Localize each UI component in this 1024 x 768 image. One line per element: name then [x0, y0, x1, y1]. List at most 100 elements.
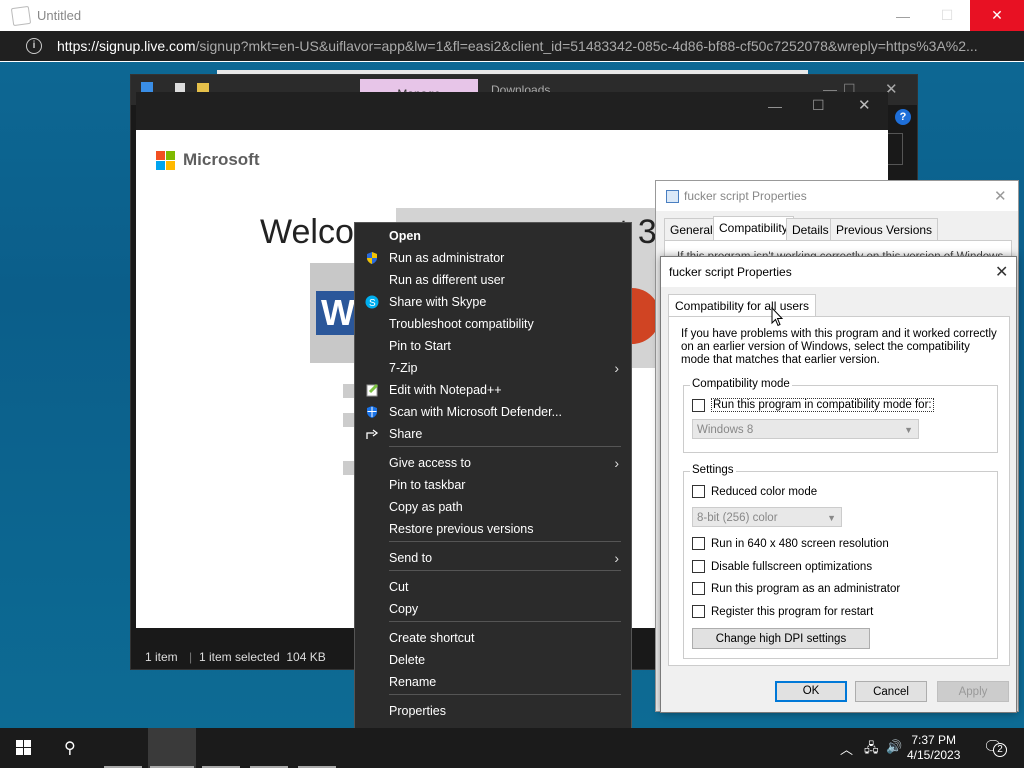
- context-menu-item-cut[interactable]: Cut: [355, 577, 631, 599]
- group-title: Compatibility mode: [690, 378, 792, 390]
- run-as-admin-checkbox[interactable]: Run this program as an administrator: [692, 582, 900, 595]
- menu-item-label: Share with Skype: [389, 295, 487, 309]
- checkbox-box[interactable]: [692, 485, 705, 498]
- menu-separator: [389, 621, 621, 622]
- clock[interactable]: 7:37 PM 4/15/2023: [907, 733, 960, 763]
- chevron-up-icon[interactable]: ︿: [840, 739, 853, 758]
- menu-item-label: Share: [389, 427, 423, 441]
- context-menu-item-create-shortcut[interactable]: Create shortcut: [355, 628, 631, 650]
- page-icon: [10, 5, 32, 27]
- url-text[interactable]: https://signup.live.com/signup?mkt=en-US…: [57, 38, 978, 54]
- menu-item-label: Delete: [389, 653, 426, 667]
- compat-mode-checkbox[interactable]: Run this program in compatibility mode f…: [692, 398, 934, 412]
- notification-icon[interactable]: 🗨2: [983, 737, 1007, 757]
- tab-general[interactable]: General: [664, 218, 719, 241]
- group-title: Settings: [690, 464, 736, 476]
- context-menu-item-troubleshoot-compatibility[interactable]: Troubleshoot compatibility: [355, 314, 631, 336]
- search-icon[interactable]: ⚲: [64, 738, 76, 758]
- svg-text:S: S: [369, 298, 376, 309]
- close-icon[interactable]: ✕: [994, 187, 1007, 205]
- context-menu-item-pin-to-start[interactable]: Pin to Start: [355, 336, 631, 358]
- dialog-title: fucker script Properties: [684, 189, 807, 203]
- register-restart-checkbox[interactable]: Register this program for restart: [692, 605, 873, 618]
- context-menu-item-edit-with-notepad[interactable]: Edit with Notepad++: [355, 380, 631, 402]
- chevron-right-icon: ›: [614, 550, 619, 566]
- signup-minimize-button[interactable]: —: [768, 98, 782, 114]
- resolution-checkbox[interactable]: Run in 640 x 480 screen resolution: [692, 537, 889, 550]
- brand-name: Microsoft: [183, 150, 260, 169]
- context-menu-item-run-as-administrator[interactable]: Run as administrator: [355, 248, 631, 270]
- help-icon[interactable]: ?: [895, 109, 911, 125]
- skype-icon: S: [365, 295, 379, 309]
- dialog-titlebar: fucker script Properties ✕: [661, 257, 1016, 287]
- file-icon: [666, 190, 679, 203]
- color-mode-select[interactable]: 8-bit (256) color ▼: [692, 507, 842, 527]
- context-menu-item-copy-as-path[interactable]: Copy as path: [355, 497, 631, 519]
- menu-separator: [389, 694, 621, 695]
- maximize-button[interactable]: ☐: [924, 0, 970, 31]
- context-menu: Open Run as administrator Run as different…: [354, 222, 632, 729]
- checkbox-label: Run this program as an administrator: [711, 582, 901, 595]
- context-menu-item-restore-previous-versions[interactable]: Restore previous versions: [355, 519, 631, 541]
- chevron-right-icon: ›: [614, 360, 619, 376]
- select-value: Windows 8: [697, 424, 754, 436]
- context-menu-item-copy[interactable]: Copy: [355, 599, 631, 621]
- clock-time: 7:37 PM: [911, 733, 957, 747]
- signup-maximize-button[interactable]: ☐: [812, 97, 825, 114]
- signup-window-titlebar: — ☐ ✕: [136, 92, 888, 130]
- microsoft-logo: Microsoft: [156, 150, 260, 170]
- context-menu-item-delete[interactable]: Delete: [355, 650, 631, 672]
- fullscreen-opt-checkbox[interactable]: Disable fullscreen optimizations: [692, 560, 872, 573]
- notepad-icon: [365, 383, 379, 397]
- context-menu-item-send-to[interactable]: Send to ›: [355, 548, 631, 570]
- checkbox-label: Run in 640 x 480 screen resolution: [711, 537, 889, 550]
- compat-mode-select[interactable]: Windows 8 ▼: [692, 419, 919, 439]
- menu-separator: [389, 446, 621, 447]
- browser-titlebar: Untitled — ☐ ✕: [0, 0, 1024, 32]
- tab-previous-versions[interactable]: Previous Versions: [830, 218, 939, 241]
- checkbox-box[interactable]: [692, 537, 705, 550]
- high-dpi-button[interactable]: Change high DPI settings: [692, 628, 870, 649]
- address-bar[interactable]: i https://signup.live.com/signup?mkt=en-…: [0, 31, 1024, 61]
- context-menu-item-run-as-different-user[interactable]: Run as different user: [355, 270, 631, 292]
- menu-item-label: Give access to: [389, 456, 471, 470]
- context-menu-item-share-with-skype[interactable]: S Share with Skype: [355, 292, 631, 314]
- context-menu-item-pin-to-taskbar[interactable]: Pin to taskbar: [355, 475, 631, 497]
- menu-item-label: Run as administrator: [389, 251, 505, 265]
- close-icon[interactable]: ✕: [995, 262, 1008, 282]
- context-menu-item-give-access-to[interactable]: Give access to ›: [355, 453, 631, 475]
- ok-button[interactable]: OK: [775, 681, 847, 702]
- tab-compatibility-all-users[interactable]: Compatibility for all users: [668, 294, 817, 317]
- settings-group: Settings Reduced color mode 8-bit (256) …: [683, 464, 998, 659]
- context-menu-item-7-zip[interactable]: 7-Zip ›: [355, 358, 631, 380]
- context-menu-item-open[interactable]: Open: [355, 226, 631, 248]
- signup-close-button[interactable]: ✕: [858, 96, 871, 114]
- menu-item-label: Copy as path: [389, 500, 463, 514]
- dialog-title: fucker script Properties: [669, 265, 792, 279]
- volume-icon[interactable]: 🔊: [886, 739, 902, 755]
- menu-item-label: 7-Zip: [389, 361, 418, 375]
- checkbox-box[interactable]: [692, 398, 705, 412]
- url-host: https://signup.live.com: [57, 38, 196, 54]
- context-menu-item-share[interactable]: Share: [355, 424, 631, 446]
- context-menu-item-rename[interactable]: Rename: [355, 672, 631, 694]
- context-menu-item-scan-with-microsoft-defender[interactable]: Scan with Microsoft Defender...: [355, 402, 631, 424]
- minimize-button[interactable]: —: [880, 0, 926, 31]
- cancel-button[interactable]: Cancel: [855, 681, 927, 702]
- info-icon[interactable]: i: [26, 38, 42, 54]
- menu-separator: [389, 541, 621, 542]
- checkbox-box[interactable]: [692, 582, 705, 595]
- checkbox-box[interactable]: [692, 605, 705, 618]
- network-icon[interactable]: 🖧: [864, 739, 879, 761]
- apply-button[interactable]: Apply: [937, 681, 1009, 702]
- close-button[interactable]: ✕: [970, 0, 1024, 31]
- tab-details[interactable]: Details: [786, 218, 835, 241]
- word-app-tile: W: [310, 263, 360, 363]
- taskbar-app-active[interactable]: [148, 728, 196, 768]
- tab-compatibility[interactable]: Compatibility: [713, 216, 794, 241]
- start-button[interactable]: [16, 740, 31, 755]
- context-menu-item-properties[interactable]: Properties: [355, 701, 631, 723]
- shield-icon: [365, 251, 379, 265]
- reduced-color-checkbox[interactable]: Reduced color mode: [692, 485, 817, 498]
- checkbox-box[interactable]: [692, 560, 705, 573]
